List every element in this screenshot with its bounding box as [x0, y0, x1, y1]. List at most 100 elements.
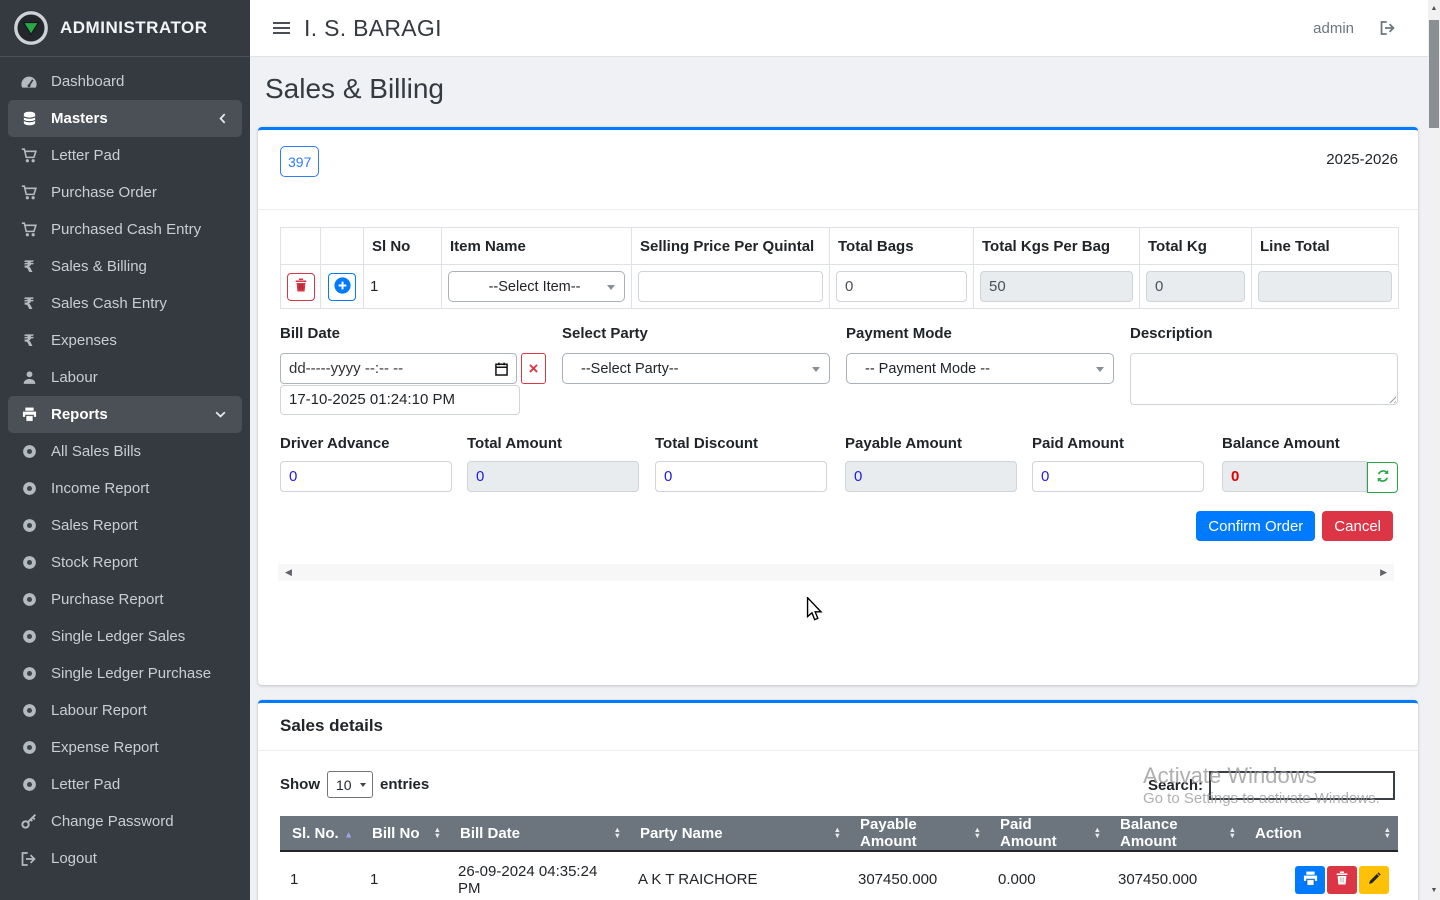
sort-icon: ▲▼	[1094, 827, 1101, 839]
sort-icon: ▲▼	[974, 827, 981, 839]
sort-icon: ▲▼	[834, 827, 841, 839]
sidebar-item-sales-report[interactable]: Sales Report	[0, 507, 250, 544]
sales-table: Sl. No.▲ Bill No▲▼ Bill Date▲▼ Party Nam…	[280, 816, 1398, 900]
gauge-icon	[18, 75, 40, 89]
sidebar-item-letter-pad[interactable]: Letter Pad	[0, 137, 250, 174]
scroll-up-icon[interactable]: ▲	[1428, 2, 1440, 16]
search-label: Search:	[1148, 777, 1203, 794]
sidebar-item-change-password[interactable]: Change Password	[0, 803, 250, 840]
item-sl-no: 1	[364, 265, 442, 309]
financial-year: 2025-2026	[1326, 151, 1398, 168]
sidebar-item-single-ledger-sales[interactable]: Single Ledger Sales	[0, 618, 250, 655]
total-bags-input[interactable]	[836, 271, 967, 302]
add-row-button[interactable]	[328, 273, 356, 301]
vertical-scrollbar[interactable]: ▲ ▼	[1428, 0, 1440, 900]
sidebar-item-label: All Sales Bills	[51, 443, 141, 460]
trash-icon	[1336, 871, 1348, 888]
dot-circle-icon	[18, 481, 40, 496]
sidebar-item-purchased-cash-entry[interactable]: Purchased Cash Entry	[0, 211, 250, 248]
sort-payable[interactable]: Payable Amount▲▼	[848, 816, 988, 851]
party-select[interactable]: --Select Party--	[562, 353, 830, 384]
sidebar-item-reports[interactable]: Reports	[8, 396, 242, 433]
col-selling-price: Selling Price Per Quintal	[632, 228, 830, 265]
sidebar-menu: DashboardMastersLetter PadPurchase Order…	[0, 57, 250, 877]
search-input[interactable]	[1209, 771, 1395, 800]
sidebar-item-label: Letter Pad	[51, 776, 120, 793]
content: Sales & Billing 397 2025-2026 Sl No Item…	[250, 57, 1428, 900]
sort-bill-date[interactable]: Bill Date▲▼	[448, 816, 628, 851]
edit-bill-button[interactable]	[1359, 866, 1389, 894]
dot-circle-icon	[18, 629, 40, 644]
sort-balance[interactable]: Balance Amount▲▼	[1108, 816, 1243, 851]
logout-icon[interactable]	[1380, 21, 1396, 35]
cart-icon	[18, 148, 40, 163]
sidebar-item-label: Dashboard	[51, 73, 124, 90]
refresh-balance-button[interactable]	[1367, 462, 1398, 493]
item-select[interactable]: --Select Item--	[448, 271, 625, 302]
sidebar-item-expenses[interactable]: ₹Expenses	[0, 322, 250, 359]
payment-mode-label: Payment Mode	[846, 325, 952, 342]
dot-circle-icon	[18, 740, 40, 755]
card-header-divider	[258, 750, 1418, 751]
description-textarea[interactable]	[1130, 353, 1398, 405]
menu-toggle-icon[interactable]	[273, 22, 290, 34]
app-screen: ADMINISTRATOR DashboardMastersLetter Pad…	[0, 0, 1440, 900]
billing-form-card: 397 2025-2026 Sl No Item Name Selling Pr…	[258, 127, 1418, 685]
paid-amount-input[interactable]	[1032, 461, 1204, 492]
cell-balance: 307450.000	[1108, 851, 1243, 900]
sidebar-item-dashboard[interactable]: Dashboard	[0, 63, 250, 100]
confirm-order-button[interactable]: Confirm Order	[1196, 511, 1315, 541]
horizontal-scrollbar[interactable]: ◀ ▶	[278, 564, 1394, 581]
bill-fields: Bill Date Select Party Payment Mode Desc…	[280, 325, 1398, 435]
sidebar-item-masters[interactable]: Masters	[8, 100, 242, 137]
scroll-left-icon[interactable]: ◀	[285, 564, 292, 581]
sort-bill-no[interactable]: Bill No▲▼	[360, 816, 448, 851]
app-title: I. S. BARAGI	[304, 15, 442, 42]
sidebar-item-stock-report[interactable]: Stock Report	[0, 544, 250, 581]
sidebar-item-letter-pad[interactable]: Letter Pad	[0, 766, 250, 803]
sort-icon: ▲▼	[434, 827, 441, 839]
sidebar-item-expense-report[interactable]: Expense Report	[0, 729, 250, 766]
total-discount-input[interactable]	[655, 461, 827, 492]
cancel-button[interactable]: Cancel	[1322, 511, 1393, 541]
sidebar-item-income-report[interactable]: Income Report	[0, 470, 250, 507]
sidebar-item-purchase-report[interactable]: Purchase Report	[0, 581, 250, 618]
rupee-icon: ₹	[18, 331, 40, 350]
driver-advance-input[interactable]	[280, 461, 452, 492]
scroll-down-icon[interactable]: ▼	[1428, 884, 1440, 898]
dot-circle-icon	[18, 666, 40, 681]
clear-date-button[interactable]: ×	[521, 353, 546, 384]
print-bill-button[interactable]	[1295, 866, 1325, 894]
sales-table-row: 1 1 26-09-2024 04:35:24 PM A K T RAICHOR…	[280, 851, 1398, 900]
bill-date-input[interactable]: dd-----yyyy --:-- --	[280, 353, 517, 384]
total-kg-input	[1146, 271, 1245, 302]
scrollbar-thumb[interactable]	[1429, 20, 1439, 128]
sidebar-item-single-ledger-purchase[interactable]: Single Ledger Purchase	[0, 655, 250, 692]
user-icon	[18, 370, 40, 385]
user-menu[interactable]: admin	[1313, 20, 1354, 37]
sidebar-item-label: Sales Cash Entry	[51, 295, 167, 312]
payable-amount-field: Payable Amount	[845, 435, 1017, 492]
sidebar-item-labour-report[interactable]: Labour Report	[0, 692, 250, 729]
payment-mode-select[interactable]: -- Payment Mode --	[846, 353, 1114, 384]
scroll-right-icon[interactable]: ▶	[1380, 564, 1387, 581]
sort-asc-icon: ▲	[344, 830, 353, 840]
sidebar-item-logout[interactable]: Logout	[0, 840, 250, 877]
sidebar-item-purchase-order[interactable]: Purchase Order	[0, 174, 250, 211]
sort-sl-no[interactable]: Sl. No.▲	[280, 816, 360, 851]
sidebar-item-sales-cash-entry[interactable]: ₹Sales Cash Entry	[0, 285, 250, 322]
sidebar-item-sales-billing[interactable]: ₹Sales & Billing	[0, 248, 250, 285]
sidebar-item-labour[interactable]: Labour	[0, 359, 250, 396]
chevron-down-icon	[215, 411, 226, 418]
sidebar-item-all-sales-bills[interactable]: All Sales Bills	[0, 433, 250, 470]
sort-icon: ▲▼	[1384, 827, 1391, 839]
page-size-select[interactable]: 10	[327, 771, 373, 798]
calendar-icon[interactable]	[495, 362, 508, 376]
sidebar-item-label: Expense Report	[51, 739, 159, 756]
sort-paid[interactable]: Paid Amount▲▼	[988, 816, 1108, 851]
key-icon	[18, 814, 40, 829]
delete-row-button[interactable]	[287, 273, 315, 301]
sort-party-name[interactable]: Party Name▲▼	[628, 816, 848, 851]
selling-price-input[interactable]	[638, 271, 823, 302]
delete-bill-button[interactable]	[1327, 866, 1357, 894]
